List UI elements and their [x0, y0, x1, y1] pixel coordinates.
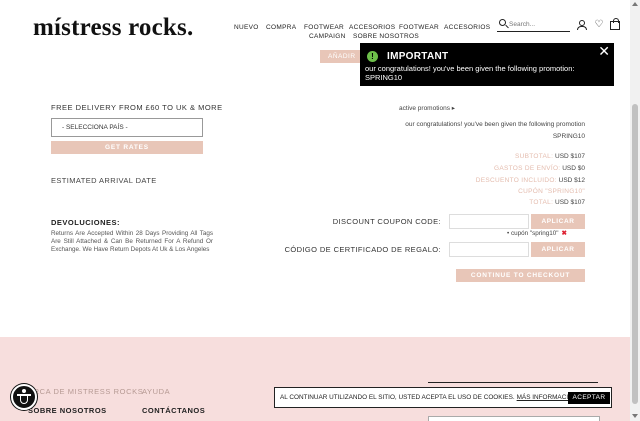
gift-certificate-label: CÓDIGO DE CERTIFICADO DE REGALO: — [284, 245, 441, 254]
search-box — [497, 18, 570, 32]
applied-coupon: • cupón "spring10" ✖ — [507, 230, 567, 237]
continue-to-checkout-button[interactable]: CONTINUE TO CHECKOUT — [456, 269, 585, 282]
footer-sobre-link[interactable]: SOBRE NOSOTROS — [28, 406, 107, 415]
promotion-message: our congratulations! you've been given t… — [405, 121, 585, 128]
cookie-banner: AL CONTINUAR UTILIZANDO EL SITIO, USTED … — [274, 387, 612, 408]
heart-icon[interactable]: ♡ — [594, 20, 604, 30]
shipping-row: GASTOS DE ENVÍO: USD $0 — [493, 165, 585, 172]
applied-coupon-label: cupón "spring10" — [510, 230, 559, 237]
nav-footwear[interactable]: FOOTWEAR — [304, 24, 344, 31]
footer-about-heading: ERCA DE MISTRESS ROCKS — [28, 387, 144, 396]
promotion-code: SPRING10 — [552, 133, 585, 140]
nav-accesorios[interactable]: ACCESORIOS — [349, 24, 395, 31]
discount-row: DESCUENTO INCLUIDO: USD $12 — [475, 177, 585, 184]
nav-accesorios-2[interactable]: ACCESORIOS — [444, 24, 490, 31]
returns-text: Returns Are Accepted Within 28 Days Prov… — [51, 230, 213, 253]
search-input[interactable] — [509, 19, 567, 30]
get-rates-button[interactable]: GET RATES — [51, 141, 203, 154]
scroll-thumb[interactable] — [632, 104, 638, 404]
total-row: TOTAL: USD $107 — [529, 199, 585, 206]
footer-help-heading: AYUDA — [142, 387, 171, 396]
footer: ERCA DE MISTRESS ROCKS AYUDA SOBRE NOSOT… — [0, 337, 640, 421]
shopping-bag-icon[interactable] — [610, 18, 620, 30]
gift-certificate-input[interactable] — [449, 242, 529, 257]
check-icon: ! — [367, 51, 378, 62]
nav-sobre-nosotros[interactable]: SOBRE NOSOTROS — [353, 33, 419, 40]
coupon-label: DISCOUNT COUPON CODE: — [332, 217, 441, 226]
cookie-text: AL CONTINUAR UTILIZANDO EL SITIO, USTED … — [280, 394, 578, 401]
remove-coupon-icon[interactable]: ✖ — [562, 230, 567, 237]
nav-campaign[interactable]: CAMPAIGN — [309, 33, 346, 40]
nav-footwear-2[interactable]: FOOTWEAR — [399, 24, 439, 31]
accept-cookies-button[interactable]: ACEPTAR — [568, 392, 610, 404]
site-logo[interactable]: místress rocks. — [33, 14, 193, 42]
subscribe-input[interactable] — [428, 416, 600, 421]
accessibility-icon[interactable] — [11, 384, 37, 410]
subtotal-row: SUBTOTAL: USD $107 — [514, 153, 585, 160]
coupon-row: CUPÓN "SPRING10" — [518, 188, 585, 195]
scroll-up-icon[interactable] — [632, 2, 638, 6]
country-select[interactable]: - SELECCIONA PAÍS - — [51, 118, 203, 137]
nav-nuevo[interactable]: NUEVO — [234, 24, 259, 31]
apply-gift-button[interactable]: APLICAR — [531, 242, 585, 257]
user-icon[interactable] — [577, 20, 587, 30]
estimated-arrival-label: ESTIMATED ARRIVAL DATE — [51, 176, 157, 185]
search-icon[interactable] — [499, 19, 506, 26]
apply-coupon-button[interactable]: APLICAR — [531, 214, 585, 229]
scroll-down-icon[interactable] — [632, 414, 638, 418]
returns-title: DEVOLUCIONES: — [51, 218, 121, 227]
footer-contact-link[interactable]: CONTÁCTANOS — [142, 406, 205, 415]
promotion-notice: ! IMPORTANT our congratulations! you've … — [360, 43, 614, 86]
free-delivery-text: FREE DELIVERY FROM £60 TO UK & MORE — [51, 103, 223, 112]
notice-title: IMPORTANT — [387, 51, 449, 62]
coupon-input[interactable] — [449, 214, 529, 229]
nav-compra[interactable]: COMPRA — [266, 24, 296, 31]
scrollbar[interactable] — [630, 0, 640, 421]
notice-message: our congratulations! you've been given t… — [365, 64, 575, 82]
active-promotions-link[interactable]: active promotions ▸ — [399, 104, 455, 112]
add-button[interactable]: AÑADIR — [320, 50, 362, 63]
close-icon[interactable]: ✕ — [598, 43, 610, 60]
